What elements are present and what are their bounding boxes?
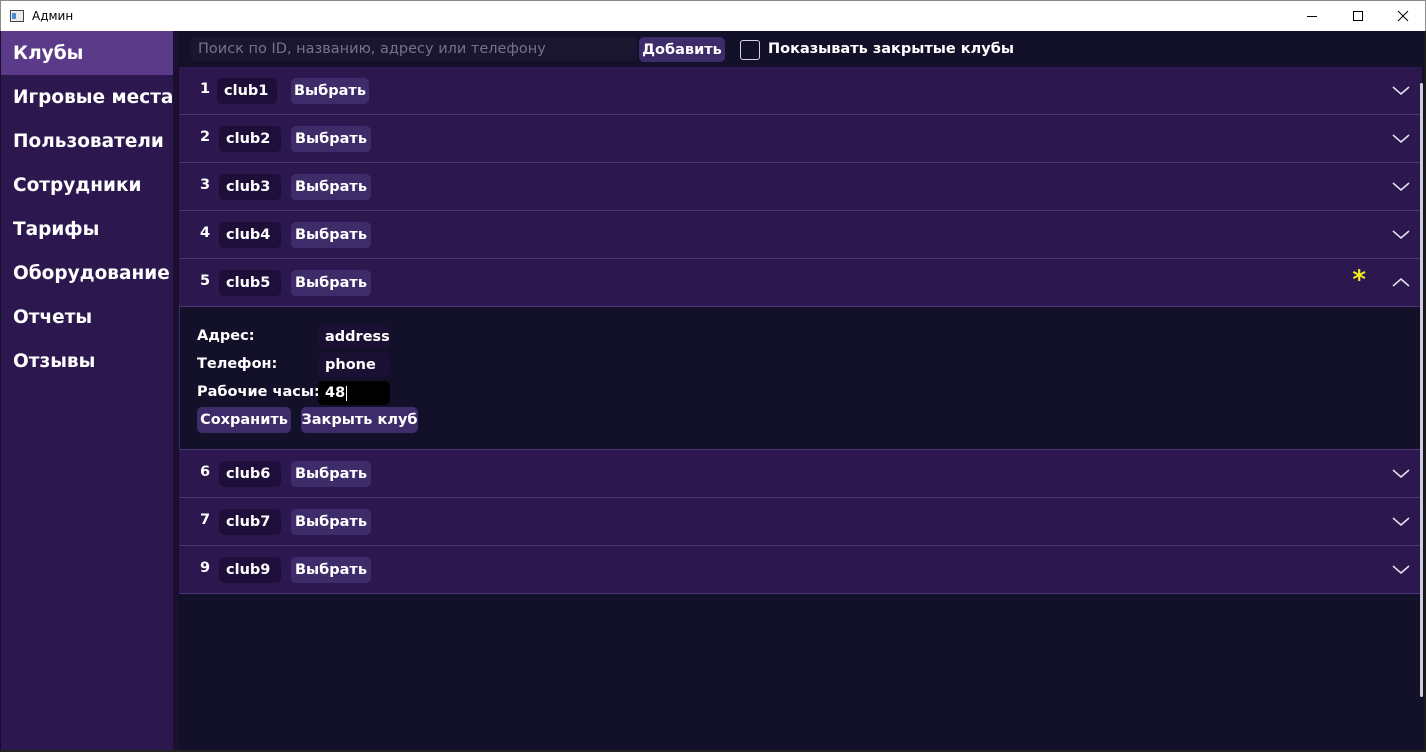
add-button[interactable]: Добавить — [639, 37, 725, 62]
club-id: 5 — [200, 273, 211, 289]
close-window-button[interactable] — [1380, 1, 1426, 31]
address-label: Адрес: — [197, 328, 255, 344]
chevron-down-icon[interactable] — [1392, 562, 1410, 576]
club-name: club6 — [219, 461, 281, 487]
club-id: 4 — [200, 225, 211, 241]
club-id: 3 — [200, 177, 211, 193]
sidebar-item-employees[interactable]: Сотрудники — [1, 163, 173, 207]
club-row[interactable]: 9 club9 Выбрать — [179, 546, 1422, 594]
club-id: 2 — [200, 129, 211, 145]
minimize-button[interactable] — [1289, 1, 1335, 31]
toolbar: Добавить Показывать закрытые клубы — [178, 31, 1424, 67]
select-club-button[interactable]: Выбрать — [291, 557, 371, 583]
chevron-down-icon[interactable] — [1392, 227, 1410, 241]
club-row[interactable]: 2 club2 Выбрать — [179, 115, 1422, 163]
maximize-button[interactable] — [1335, 1, 1381, 31]
club-row-expanded[interactable]: 5 club5 Выбрать * — [179, 259, 1422, 307]
working-hours-label: Рабочие часы: — [197, 384, 320, 400]
chevron-down-icon[interactable] — [1392, 514, 1410, 528]
sidebar-item-game-seats[interactable]: Игровые места — [1, 75, 173, 119]
select-club-button[interactable]: Выбрать — [291, 78, 369, 104]
sidebar-item-clubs[interactable]: Клубы — [1, 31, 173, 75]
close-club-button[interactable]: Закрыть клуб — [301, 407, 418, 433]
phone-field[interactable]: phone — [318, 353, 390, 377]
club-name: club4 — [219, 222, 281, 248]
clubs-list: 1 club1 Выбрать 2 club2 Выбрать 3 club3 … — [179, 67, 1422, 594]
club-row[interactable]: 3 club3 Выбрать — [179, 163, 1422, 211]
chevron-down-icon[interactable] — [1392, 179, 1410, 193]
select-club-button[interactable]: Выбрать — [291, 461, 371, 487]
address-field[interactable]: address — [318, 325, 390, 349]
club-id: 7 — [200, 512, 211, 528]
select-club-button[interactable]: Выбрать — [291, 509, 371, 535]
text-caret — [346, 385, 348, 401]
chevron-down-icon[interactable] — [1392, 83, 1410, 97]
sidebar-item-reviews[interactable]: Отзывы — [1, 339, 173, 383]
club-name: club3 — [219, 174, 281, 200]
close-icon — [1397, 10, 1409, 22]
maximize-icon — [1353, 11, 1363, 21]
club-row[interactable]: 1 club1 Выбрать — [179, 67, 1422, 115]
vertical-scrollbar[interactable] — [1420, 83, 1423, 697]
chevron-down-icon[interactable] — [1392, 131, 1410, 145]
club-name: club2 — [219, 126, 281, 152]
sidebar-nav: Клубы Игровые места Пользователи Сотрудн… — [1, 31, 173, 750]
chevron-up-icon[interactable] — [1392, 275, 1410, 289]
save-button[interactable]: Сохранить — [197, 407, 291, 433]
club-name: club1 — [217, 78, 277, 104]
select-club-button[interactable]: Выбрать — [291, 174, 371, 200]
show-closed-checkbox[interactable] — [740, 40, 760, 60]
sidebar-item-equipment[interactable]: Оборудование — [1, 251, 173, 295]
club-row[interactable]: 6 club6 Выбрать — [179, 450, 1422, 498]
club-details-panel: Адрес: address Телефон: phone Рабочие ча… — [179, 307, 1422, 450]
select-club-button[interactable]: Выбрать — [291, 270, 371, 296]
sidebar-item-reports[interactable]: Отчеты — [1, 295, 173, 339]
select-club-button[interactable]: Выбрать — [291, 222, 371, 248]
club-row[interactable]: 4 club4 Выбрать — [179, 211, 1422, 259]
phone-label: Телефон: — [197, 356, 278, 372]
unsaved-changes-marker: * — [1352, 265, 1366, 295]
working-hours-field[interactable]: 48 — [318, 381, 390, 405]
club-id: 9 — [200, 560, 211, 576]
club-name: club5 — [219, 270, 281, 296]
club-name: club7 — [219, 509, 281, 535]
search-input[interactable] — [191, 37, 637, 61]
club-name: club9 — [219, 557, 281, 583]
working-hours-value: 48 — [325, 385, 346, 401]
select-club-button[interactable]: Выбрать — [291, 126, 371, 152]
show-closed-label: Показывать закрытые клубы — [768, 41, 1014, 57]
club-id: 6 — [200, 464, 211, 480]
app-window-icon — [10, 10, 24, 22]
sidebar-divider — [173, 31, 178, 750]
sidebar-item-users[interactable]: Пользователи — [1, 119, 173, 163]
minimize-icon — [1307, 16, 1317, 17]
club-row[interactable]: 7 club7 Выбрать — [179, 498, 1422, 546]
club-id: 1 — [200, 81, 211, 97]
window-title: Админ — [32, 9, 74, 23]
chevron-down-icon[interactable] — [1392, 466, 1410, 480]
sidebar-item-tariffs[interactable]: Тарифы — [1, 207, 173, 251]
window-titlebar: Админ — [0, 0, 1426, 31]
